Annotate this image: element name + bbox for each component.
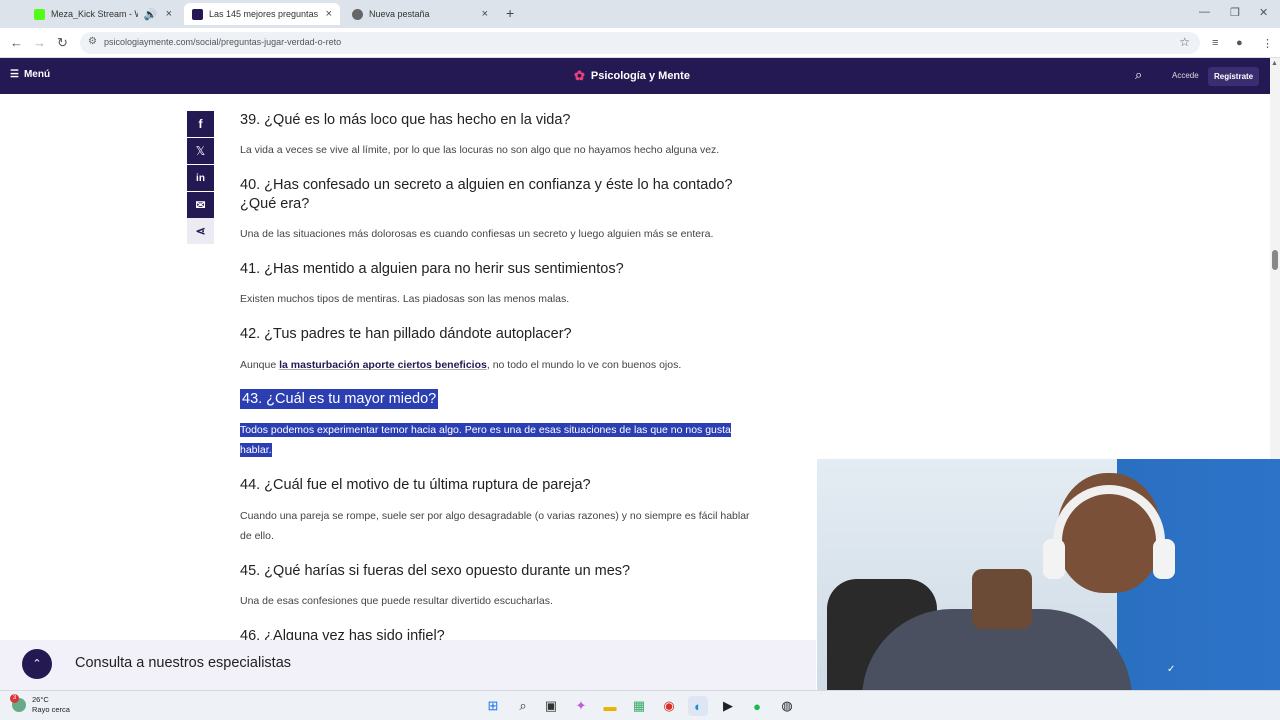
banner-text[interactable]: Consulta a nuestros especialistas [75,655,291,671]
browser-tabstrip: Meza_Kick Stream - Watch 🔊 × Las 145 mej… [0,0,1280,28]
swoosh-logo-icon: ✓ [1167,664,1176,675]
chrome-icon[interactable]: ◉ [659,696,679,716]
media-player-icon[interactable]: ▶ [718,696,738,716]
close-window-icon[interactable]: ✕ [1259,6,1268,19]
answer-text: Todos podemos experimentar temor hacia a… [240,420,731,440]
chevron-up-icon[interactable]: ⌃ [22,649,52,679]
store-icon[interactable]: ▦ [629,696,649,716]
site-info-icon[interactable]: ⚙ [88,36,97,47]
share-x-icon[interactable]: 𝕏 [187,138,214,164]
tab-psicologia[interactable]: Las 145 mejores preguntas pa × [184,3,340,25]
answer-text: Una de las situaciones más dolorosas es … [240,228,714,240]
question-heading: 44. ¿Cuál fue el motivo de tu última rup… [240,477,591,493]
question-heading: 39. ¿Qué es lo más loco que has hecho en… [240,112,571,128]
tab-title: Las 145 mejores preguntas pa [209,9,320,19]
copilot-icon[interactable]: ✦ [571,696,591,716]
answer-text: Cuando una pareja se rompe, suele ser po… [240,510,750,522]
answer-text: Existen muchos tipos de mentiras. Las pi… [240,293,570,305]
site-brand[interactable]: ✿ Psicología y Mente [574,68,690,84]
psicologia-favicon-icon [192,8,203,20]
close-tab-icon[interactable]: × [166,8,172,20]
back-icon[interactable]: ← [10,35,23,50]
hamburger-icon: ☰ [10,69,19,80]
headphone-cup [1153,539,1175,579]
selected-text: 43. ¿Cuál es tu mayor miedo? [240,389,439,409]
tab-new[interactable]: Nueva pestaña × [344,3,496,25]
edge-icon[interactable]: ◐ [688,696,708,716]
tab-kick-stream[interactable]: Meza_Kick Stream - Watch 🔊 × [26,3,180,25]
address-bar[interactable]: ⚙ psicologiaymente.com/social/preguntas-… [80,32,1200,54]
kick-favicon-icon [34,8,45,20]
close-tab-icon[interactable]: × [482,8,488,20]
question-heading: 45. ¿Qué harías si fueras del sexo opues… [240,563,631,579]
answer-text-cont: de ello. [240,530,274,542]
reload-icon[interactable]: ↻ [57,35,68,51]
search-icon[interactable]: ⌕ [1135,67,1142,83]
share-more-icon[interactable]: ⋖ [187,218,214,244]
profile-icon[interactable]: ● [1236,37,1243,49]
browser-toolbar: ← → ↻ ⚙ psicologiaymente.com/social/preg… [0,28,1280,58]
maximize-icon[interactable]: ❐ [1230,6,1240,19]
register-button[interactable]: Regístrate [1208,67,1260,86]
weather-label: Rayo cerca [32,705,70,714]
forward-icon[interactable]: → [33,35,46,50]
specialists-banner[interactable]: ⌃ Consulta a nuestros especialistas [0,640,816,690]
bookmark-star-icon[interactable]: ☆ [1179,35,1190,49]
answer-text: La vida a veces se vive al límite, por l… [240,144,720,156]
share-linkedin-icon[interactable]: in [187,165,214,191]
weather-widget[interactable]: 3 26°C Rayo cerca [10,694,70,715]
task-view-icon[interactable]: ▣ [541,696,561,716]
webcam-overlay: ✓ [817,459,1280,690]
tab-title: Meza_Kick Stream - Watch [51,9,138,19]
selected-text: Todos podemos experimentar temor hacia a… [240,423,731,437]
headphone-cup [1043,539,1065,579]
close-tab-icon[interactable]: × [326,8,332,20]
brand-name: Psicología y Mente [590,70,690,82]
temperature: 26°C [32,695,49,704]
recorder-icon[interactable]: ◍ [777,696,797,716]
share-facebook-icon[interactable]: f [187,111,214,137]
search-icon[interactable]: ⌕ [513,696,533,716]
question-heading: 40. ¿Has confesado un secreto a alguien … [240,177,733,193]
new-tab-icon[interactable]: + [506,5,514,21]
url-text[interactable]: psicologiaymente.com/social/preguntas-ju… [104,37,341,47]
menu-button[interactable]: ☰ Menú [10,69,50,80]
tab-title: Nueva pestaña [369,9,430,19]
weather-icon: 3 [10,694,26,712]
scrollbar-thumb[interactable] [1272,250,1278,270]
answer-text: Una de esas confesiones que puede result… [240,595,553,607]
answer-text-part: Aunque [240,359,280,371]
selected-text: hablar. [240,443,272,457]
question-heading-cont: ¿Qué era? [240,196,310,212]
answer-text-cont: hablar. [240,440,272,460]
start-icon[interactable]: ⊞ [483,696,503,716]
site-header: ☰ Menú ✿ Psicología y Mente ⌕ Accede Reg… [0,58,1270,94]
answer-text-part: , no todo el mundo lo ve con buenos ojos… [486,359,682,371]
audio-icon[interactable]: 🔊 [144,8,158,21]
question-heading: 42. ¿Tus padres te han pillado dándote a… [240,326,572,342]
question-heading: 43. ¿Cuál es tu mayor miedo? [240,389,439,409]
webcam-person-neck [972,569,1032,629]
reading-list-icon[interactable]: ≡ [1212,37,1218,49]
more-menu-icon[interactable]: ⋮ [1262,37,1273,50]
question-heading: 41. ¿Has mentido a alguien para no herir… [240,261,624,277]
menu-label: Menú [23,69,51,80]
chrome-favicon-icon [352,8,363,20]
article-link[interactable]: la masturbación aporte ciertos beneficio… [279,359,487,371]
login-link[interactable]: Accede [1172,71,1199,80]
minimize-icon[interactable]: — [1199,6,1210,18]
brain-logo-icon: ✿ [574,68,585,83]
answer-text: Aunque la masturbación aporte ciertos be… [240,355,681,375]
scroll-up-icon[interactable]: ▲ [1271,60,1278,67]
file-explorer-icon[interactable]: ▬ [600,696,620,716]
spotify-icon[interactable]: ● [747,696,767,716]
notification-badge: 3 [10,694,19,703]
windows-taskbar: 3 26°C Rayo cerca ⊞ ⌕ ▣ ✦ ▬ ▦ ◉ ◐ ▶ ● ◍ [0,690,1280,720]
share-email-icon[interactable]: ✉ [187,192,214,218]
